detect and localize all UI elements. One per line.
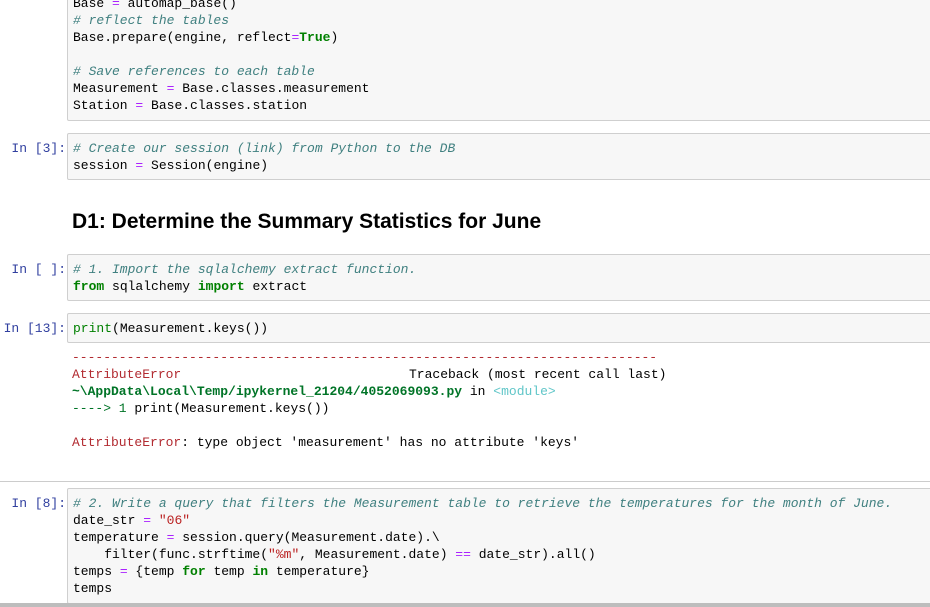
cell-prompt: In [13]: [3, 321, 66, 336]
code-line: date_str = "06" [73, 512, 930, 529]
code-token: temp [205, 564, 253, 579]
code-token: in [252, 564, 269, 579]
code-line: # Create our session (link) from Python … [73, 140, 930, 157]
code-token: "%m" [268, 547, 300, 562]
traceback-dashes: ----------------------------------------… [72, 350, 658, 365]
code-token: = [112, 0, 120, 11]
in-word: in [462, 384, 494, 399]
cell-input[interactable]: # 1. Import the sqlalchemy extract funct… [67, 254, 930, 301]
cell-prompt: In [3]: [11, 141, 66, 156]
code-token: temperature [73, 530, 167, 545]
code-token: from [73, 279, 105, 294]
code-line: Base = automap_base() [73, 0, 930, 12]
code-line: # reflect the tables [73, 12, 930, 29]
code-token: session.query(Measurement.date).\ [174, 530, 440, 545]
code-token: extract [244, 279, 308, 294]
cell-input[interactable]: print(Measurement.keys()) [67, 313, 930, 343]
code-token: automap_base() [119, 0, 237, 11]
module-name: <module> [493, 384, 556, 399]
code-token: (Measurement.keys()) [112, 321, 269, 336]
cell-prompt: In [8]: [11, 496, 66, 511]
code-token: date_str).all() [470, 547, 596, 562]
cell-input[interactable]: # 2. Write a query that filters the Meas… [67, 488, 930, 604]
code-token: ) [330, 30, 339, 45]
bottom-border [0, 603, 930, 607]
code-token: temps [73, 564, 120, 579]
code-token: , Measurement.date) [299, 547, 456, 562]
code-line: Base.prepare(engine, reflect=True) [73, 29, 930, 46]
error-name: AttributeError [72, 367, 182, 382]
code-token: "06" [158, 513, 191, 528]
code-token: print [73, 321, 113, 336]
code-token: # 2. Write a query that filters the Meas… [73, 496, 893, 511]
code-token: import [197, 279, 245, 294]
code-token: # Create our session (link) from Python … [73, 141, 456, 156]
code-line: # Save references to each table [73, 63, 930, 80]
code-line: session = Session(engine) [73, 157, 930, 174]
code-token: date_str [73, 513, 144, 528]
cell-prompt: In [ ]: [11, 262, 66, 277]
traceback-arrow-line: ----> 1 print(Measurement.keys()) [72, 400, 329, 417]
code-line: temps [73, 580, 930, 597]
traceback-header: AttributeError Traceback (most recent cal… [72, 366, 666, 383]
traceback-code: print(Measurement.keys()) [134, 401, 330, 416]
code-line: Measurement = Base.classes.measurement [73, 80, 930, 97]
code-token: Base.classes.station [143, 98, 308, 113]
code-token: # 1. Import the sqlalchemy extract funct… [73, 262, 417, 277]
code-token: Base [73, 0, 113, 11]
cell-input[interactable]: # Create our session (link) from Python … [67, 133, 930, 180]
code-line: Station = Base.classes.station [73, 97, 930, 114]
code-line: # 2. Write a query that filters the Meas… [73, 495, 930, 512]
code-token: = [119, 564, 128, 579]
code-token: temperature} [268, 564, 370, 579]
code-token: == [455, 547, 471, 562]
code-line: temps = {temp for temp in temperature} [73, 563, 930, 580]
code-line: filter(func.strftime("%m", Measurement.d… [73, 546, 930, 563]
code-line: print(Measurement.keys()) [73, 320, 930, 337]
code-token: Base.classes.measurement [174, 81, 370, 96]
code-line: # 1. Import the sqlalchemy extract funct… [73, 261, 930, 278]
traceback-label: Traceback (most recent call last) [409, 367, 667, 382]
code-token: session [73, 158, 136, 173]
code-token: Session(engine) [143, 158, 269, 173]
code-token: # Save references to each table [73, 64, 315, 79]
traceback-arrow: ----> 1 [72, 401, 135, 416]
code-token: = [143, 513, 152, 528]
code-token: {temp [127, 564, 183, 579]
final-error-message: : type object 'measurement' has no attri… [181, 435, 580, 450]
cell-separator [0, 481, 930, 482]
code-token: Station [73, 98, 136, 113]
traceback-file-line: ~\AppData\Local\Temp/ipykernel_21204/405… [72, 383, 556, 400]
code-token: temps [73, 581, 113, 596]
code-line: from sqlalchemy import extract [73, 278, 930, 295]
code-token: sqlalchemy [104, 279, 198, 294]
code-token: for [182, 564, 206, 579]
code-token: Base.prepare(engine, reflect [73, 30, 292, 45]
cell-input[interactable]: Base = automap_base() # reflect the table… [67, 0, 930, 121]
code-token: filter(func.strftime( [73, 547, 269, 562]
final-error-name: AttributeError [72, 435, 182, 450]
markdown-heading: D1: Determine the Summary Statistics for… [72, 210, 542, 233]
code-line: temperature = session.query(Measurement.… [73, 529, 930, 546]
file-path: ~\AppData\Local\Temp/ipykernel_21204/405… [72, 384, 463, 399]
error-message: AttributeError: type object 'measurement… [72, 434, 579, 451]
code-token: True [299, 30, 331, 45]
code-token: # reflect the tables [73, 13, 230, 28]
code-token: Measurement [73, 81, 167, 96]
